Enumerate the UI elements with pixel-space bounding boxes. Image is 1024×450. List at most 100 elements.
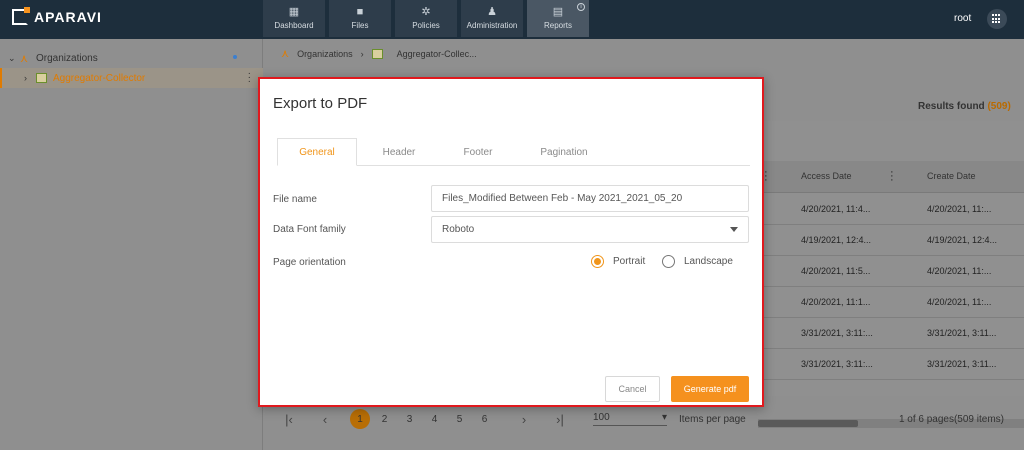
nav-policies-label: Policies	[412, 21, 440, 30]
last-page-icon[interactable]: ›|	[549, 412, 571, 427]
logo-text: APARAVI	[34, 9, 102, 25]
portrait-label: Portrait	[613, 256, 646, 267]
font-family-label: Data Font family	[273, 224, 346, 235]
caret-down-icon	[730, 227, 738, 232]
nav-dashboard[interactable]: ▦ Dashboard	[263, 0, 325, 37]
gear-icon: ✲	[421, 6, 431, 18]
tab-header[interactable]: Header	[357, 138, 441, 166]
tree-aggregator-label: Aggregator-Collector	[53, 72, 146, 84]
generate-pdf-button[interactable]: Generate pdf	[671, 376, 749, 402]
table-row[interactable]: 4/20/2021, 11:1... 4/20/2021, 11:...	[758, 287, 1024, 318]
portrait-radio[interactable]	[591, 255, 604, 268]
tree-organizations-label: Organizations	[36, 52, 98, 64]
clipboard-icon: ▤	[552, 6, 564, 18]
aggregator-icon	[36, 73, 47, 83]
breadcrumb-organizations[interactable]: Organizations	[297, 49, 353, 59]
next-page-icon[interactable]: ›	[513, 412, 535, 427]
tab-general[interactable]: General	[277, 138, 357, 166]
column-header-access-date[interactable]: Access Date	[801, 171, 852, 181]
cell-create-date: 4/20/2021, 11:...	[927, 266, 992, 276]
users-icon: ♟	[487, 6, 497, 18]
info-icon[interactable]: i	[577, 3, 585, 11]
landscape-radio[interactable]	[662, 255, 675, 268]
page-6-button[interactable]: 6	[472, 414, 497, 425]
page-5-button[interactable]: 5	[447, 414, 472, 425]
font-family-select[interactable]: Roboto	[431, 216, 749, 243]
results-count: (509)	[987, 101, 1011, 112]
main-nav: ▦ Dashboard ■ Files ✲ Policies ♟ Adminis…	[263, 0, 589, 37]
table-row[interactable]: 4/20/2021, 11:4... 4/20/2021, 11:...	[758, 194, 1024, 225]
results-found: Results found (509)	[918, 101, 1011, 112]
organization-icon: ⋏	[20, 52, 29, 65]
column-header-create-date[interactable]: Create Date	[927, 171, 976, 181]
folder-icon: ■	[356, 6, 364, 18]
table-row[interactable]: 4/19/2021, 12:4... 4/19/2021, 12:4...	[758, 225, 1024, 256]
chevron-down-icon[interactable]: ⌄	[8, 53, 20, 64]
column-menu-icon[interactable]: · · ·	[764, 167, 768, 186]
file-name-label: File name	[273, 194, 317, 205]
aggregator-icon	[371, 48, 383, 59]
cell-access-date: 3/31/2021, 3:11:...	[801, 359, 873, 369]
user-name[interactable]: root	[954, 13, 971, 24]
nav-reports-label: Reports	[543, 21, 572, 30]
cell-create-date: 3/31/2021, 3:11...	[927, 328, 997, 338]
page-4-button[interactable]: 4	[422, 414, 447, 425]
tab-footer[interactable]: Footer	[441, 138, 515, 166]
file-name-input[interactable]: Files_Modified Between Feb - May 2021_20…	[431, 185, 749, 212]
caret-down-icon: ▾	[661, 412, 667, 423]
nav-reports[interactable]: ▤ Reports i	[527, 0, 589, 37]
results-label: Results found	[918, 101, 985, 112]
pagination-bar: |‹ ‹ 1 2 3 4 5 6 › ›| 100 ▾ Items per pa…	[278, 405, 1024, 433]
items-per-page-label: Items per page	[679, 413, 746, 425]
chevron-right-icon: ›	[360, 48, 364, 59]
nav-policies[interactable]: ✲ Policies	[395, 0, 457, 37]
table-row[interactable]: 4/20/2021, 11:5... 4/20/2021, 11:...	[758, 256, 1024, 287]
page-3-button[interactable]: 3	[397, 414, 422, 425]
page-2-button[interactable]: 2	[372, 414, 397, 425]
apps-grid-icon[interactable]	[987, 9, 1007, 29]
cell-access-date: 4/20/2021, 11:4...	[801, 204, 871, 214]
cell-create-date: 4/19/2021, 12:4...	[927, 235, 998, 245]
nav-dashboard-label: Dashboard	[274, 21, 314, 30]
first-page-icon[interactable]: |‹	[278, 412, 300, 427]
logo-mark-icon	[12, 7, 30, 25]
nav-files-label: Files	[351, 21, 369, 30]
items-per-page-select[interactable]: 100 ▾	[593, 412, 667, 426]
cell-create-date: 4/20/2021, 11:...	[927, 297, 992, 307]
cell-access-date: 4/19/2021, 12:4...	[801, 235, 872, 245]
breadcrumb: ⋏ Organizations › Aggregator-Collec...	[281, 47, 477, 60]
nav-files[interactable]: ■ Files	[329, 0, 391, 37]
nav-administration[interactable]: ♟ Administration	[461, 0, 523, 37]
export-pdf-dialog: Export to PDF General Header Footer Pagi…	[258, 77, 764, 407]
page-1-button[interactable]: 1	[350, 409, 370, 429]
landscape-label: Landscape	[684, 256, 733, 267]
cell-access-date: 3/31/2021, 3:11:...	[801, 328, 873, 338]
tree-item-aggregator-collector[interactable]: › Aggregator-Collector · · ·	[0, 68, 263, 88]
dialog-title: Export to PDF	[273, 95, 368, 112]
prev-page-icon[interactable]: ‹	[314, 412, 336, 427]
top-bar: APARAVI ▦ Dashboard ■ Files ✲ Policies ♟…	[0, 0, 1024, 39]
font-family-value: Roboto	[442, 224, 475, 235]
table-row[interactable]: 3/31/2021, 3:11:... 3/31/2021, 3:11...	[758, 349, 1024, 380]
table-header: · · · Access Date · · · Create Date	[758, 161, 1024, 193]
kebab-menu-icon[interactable]: · · ·	[248, 69, 251, 87]
column-menu-icon[interactable]: · · ·	[890, 167, 894, 186]
table-row[interactable]: 3/31/2021, 3:11:... 3/31/2021, 3:11...	[758, 318, 1024, 349]
page-info: 1 of 6 pages(509 items)	[898, 413, 1004, 425]
nav-administration-label: Administration	[466, 21, 518, 30]
aparavi-logo[interactable]: APARAVI	[12, 7, 102, 25]
items-per-page-value: 100	[593, 412, 610, 423]
cell-create-date: 3/31/2021, 3:11...	[927, 359, 997, 369]
page-orientation-label: Page orientation	[273, 257, 346, 268]
breadcrumb-aggregator[interactable]: Aggregator-Collec...	[397, 49, 477, 59]
cancel-button[interactable]: Cancel	[605, 376, 660, 402]
cell-create-date: 4/20/2021, 11:...	[927, 204, 992, 214]
chevron-right-icon[interactable]: ›	[24, 73, 36, 83]
results-table: · · · Access Date · · · Create Date 4/20/202…	[757, 121, 1024, 428]
cell-access-date: 4/20/2021, 11:1...	[801, 297, 871, 307]
tree-item-organizations[interactable]: ⌄ ⋏ Organizations	[0, 48, 263, 68]
landscape-radio-option[interactable]: Landscape	[662, 255, 733, 268]
portrait-radio-option[interactable]: Portrait	[591, 255, 645, 268]
dialog-tabs: General Header Footer Pagination	[277, 138, 750, 166]
tab-pagination[interactable]: Pagination	[515, 138, 613, 166]
